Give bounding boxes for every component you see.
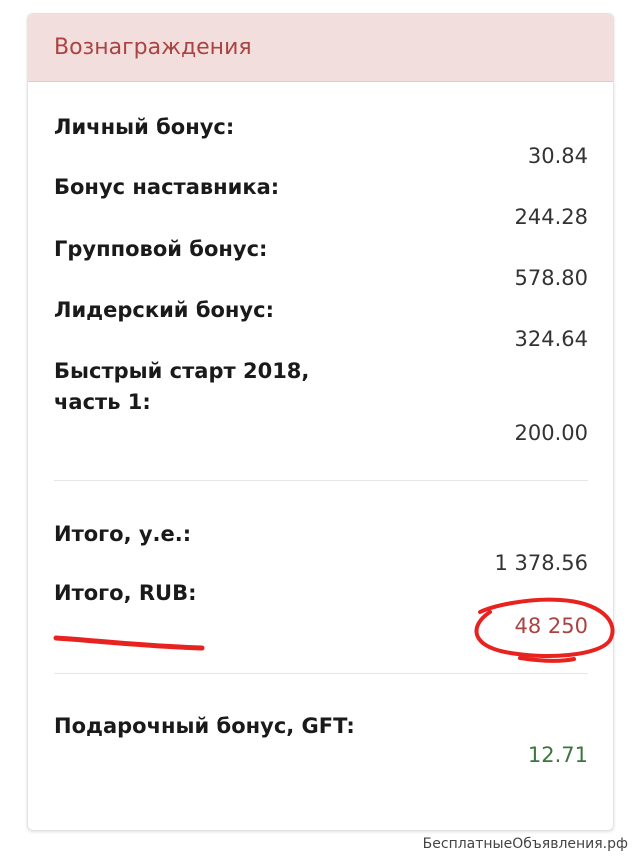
group-bonus-label: Групповой бонус:	[54, 237, 268, 261]
group-bonus-value: 578.80	[514, 266, 588, 290]
divider	[54, 480, 588, 481]
mentor-bonus-label: Бонус наставника:	[54, 175, 280, 199]
watermark: БесплатныеОбъявления.рф	[422, 836, 628, 852]
total-ue-value: 1 378.56	[494, 551, 588, 575]
personal-bonus-value: 30.84	[527, 144, 588, 168]
panel-header: Вознаграждения	[28, 14, 613, 82]
rewards-panel: Вознаграждения Личный бонус: 30.84 Бонус…	[27, 13, 614, 831]
total-rub-label: Итого, RUB:	[54, 581, 197, 605]
leader-bonus-label: Лидерский бонус:	[54, 298, 274, 322]
total-ue-label: Итого, у.е.:	[54, 522, 192, 546]
mentor-bonus-value: 244.28	[514, 205, 588, 229]
personal-bonus-label: Личный бонус:	[54, 115, 235, 139]
gift-bonus-value: 12.71	[527, 743, 588, 767]
panel-title: Вознаграждения	[54, 35, 252, 60]
gift-bonus-label: Подарочный бонус, GFT:	[54, 714, 355, 738]
fast-start-bonus-value: 200.00	[514, 421, 588, 445]
leader-bonus-value: 324.64	[514, 327, 588, 351]
divider	[54, 673, 588, 674]
fast-start-bonus-label: Быстрый старт 2018, часть 1:	[54, 359, 310, 414]
total-rub-value: 48 250	[514, 614, 588, 638]
